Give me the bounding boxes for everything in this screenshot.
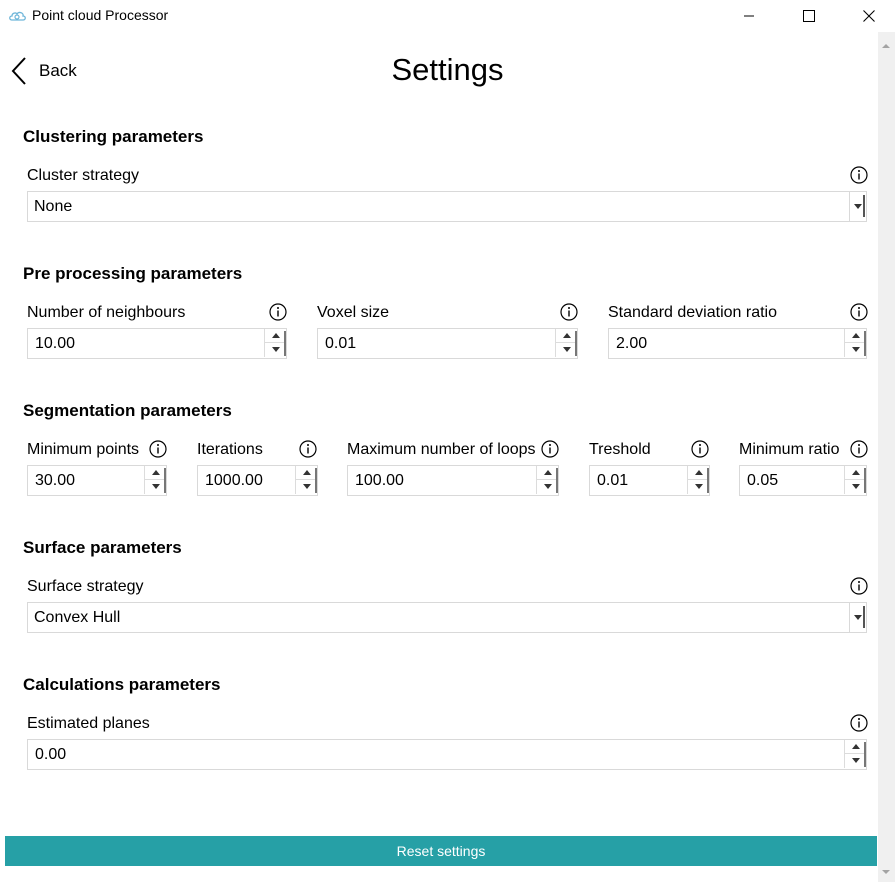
voxel-size-input[interactable] — [318, 329, 577, 358]
cloud-icon — [9, 11, 26, 21]
increment-icon[interactable] — [555, 329, 577, 343]
title-bar: Point cloud Processor — [0, 0, 895, 32]
decrement-icon[interactable] — [555, 343, 577, 357]
iterations-label: Iterations — [197, 441, 263, 458]
increment-icon[interactable] — [844, 740, 866, 754]
decrement-icon[interactable] — [144, 480, 166, 494]
window-title: Point cloud Processor — [32, 7, 169, 23]
chevron-down-icon[interactable] — [849, 603, 866, 632]
decrement-icon[interactable] — [264, 343, 286, 357]
min-points-stepper[interactable] — [27, 465, 167, 496]
estimated-planes-label: Estimated planes — [27, 715, 150, 732]
section-title-clustering: Clustering parameters — [23, 127, 204, 146]
increment-icon[interactable] — [536, 466, 558, 480]
max-loops-stepper[interactable] — [347, 465, 559, 496]
surface-strategy-select[interactable]: Convex Hull — [27, 602, 867, 633]
decrement-icon[interactable] — [536, 480, 558, 494]
section-title-calculations: Calculations parameters — [23, 675, 221, 694]
maximize-icon — [803, 10, 815, 22]
increment-icon[interactable] — [264, 329, 286, 343]
info-icon[interactable] — [299, 440, 317, 458]
minimize-button[interactable] — [726, 0, 772, 32]
increment-icon[interactable] — [295, 466, 317, 480]
reset-settings-button[interactable]: Reset settings — [5, 836, 877, 866]
close-button[interactable] — [846, 0, 892, 32]
spin-buttons — [844, 329, 866, 358]
increment-icon[interactable] — [844, 329, 866, 343]
scroll-up-icon[interactable] — [882, 44, 890, 48]
info-icon[interactable] — [149, 440, 167, 458]
info-icon[interactable] — [850, 303, 868, 321]
spin-buttons — [844, 740, 866, 769]
info-icon[interactable] — [691, 440, 709, 458]
scroll-thumb[interactable] — [883, 58, 890, 870]
info-icon[interactable] — [850, 577, 868, 595]
page-title: Settings — [391, 52, 504, 87]
cluster-strategy-value: None — [34, 198, 73, 215]
threshold-stepper[interactable] — [589, 465, 710, 496]
decrement-icon[interactable] — [687, 480, 709, 494]
spin-buttons — [687, 466, 709, 495]
decrement-icon[interactable] — [844, 480, 866, 494]
minimize-icon — [744, 15, 754, 17]
std-ratio-input[interactable] — [609, 329, 866, 358]
maximize-button[interactable] — [786, 0, 832, 32]
back-label: Back — [39, 61, 77, 80]
voxel-size-stepper[interactable] — [317, 328, 578, 359]
max-loops-label: Maximum number of loops — [347, 441, 536, 458]
std-ratio-stepper[interactable] — [608, 328, 867, 359]
min-points-label: Minimum points — [27, 441, 140, 458]
spin-buttons — [144, 466, 166, 495]
cluster-strategy-label: Cluster strategy — [27, 167, 140, 184]
section-title-segmentation: Segmentation parameters — [23, 401, 232, 420]
increment-icon[interactable] — [687, 466, 709, 480]
spin-buttons — [536, 466, 558, 495]
min-ratio-stepper[interactable] — [739, 465, 867, 496]
min-ratio-label: Minimum ratio — [739, 441, 840, 458]
std-ratio-label: Standard deviation ratio — [608, 304, 777, 321]
info-icon[interactable] — [850, 714, 868, 732]
scroll-down-icon[interactable] — [882, 870, 890, 874]
increment-icon[interactable] — [144, 466, 166, 480]
surface-strategy-label: Surface strategy — [27, 578, 144, 595]
back-button[interactable]: Back — [10, 55, 77, 87]
neighbours-label: Number of neighbours — [27, 304, 186, 321]
surface-strategy-value: Convex Hull — [34, 609, 121, 626]
spin-buttons — [844, 466, 866, 495]
iterations-stepper[interactable] — [197, 465, 318, 496]
section-title-surface: Surface parameters — [23, 538, 182, 557]
spin-buttons — [295, 466, 317, 495]
close-icon — [863, 10, 875, 22]
estimated-planes-stepper[interactable] — [27, 739, 867, 770]
chevron-down-icon[interactable] — [849, 192, 866, 221]
section-title-preprocessing: Pre processing parameters — [23, 264, 243, 283]
spin-buttons — [264, 329, 286, 358]
vertical-scrollbar[interactable] — [878, 32, 895, 882]
spin-buttons — [555, 329, 577, 358]
cluster-strategy-select[interactable]: None — [27, 191, 867, 222]
neighbours-input[interactable] — [28, 329, 286, 358]
chevron-left-icon — [11, 57, 26, 85]
info-icon[interactable] — [541, 440, 559, 458]
max-loops-input[interactable] — [348, 466, 558, 495]
decrement-icon[interactable] — [844, 754, 866, 768]
estimated-planes-input[interactable] — [28, 740, 866, 769]
decrement-icon[interactable] — [844, 343, 866, 357]
threshold-label: Treshold — [589, 441, 651, 458]
info-icon[interactable] — [560, 303, 578, 321]
decrement-icon[interactable] — [295, 480, 317, 494]
info-icon[interactable] — [269, 303, 287, 321]
info-icon[interactable] — [850, 440, 868, 458]
neighbours-stepper[interactable] — [27, 328, 287, 359]
info-icon[interactable] — [850, 166, 868, 184]
increment-icon[interactable] — [844, 466, 866, 480]
voxel-size-label: Voxel size — [317, 304, 390, 321]
